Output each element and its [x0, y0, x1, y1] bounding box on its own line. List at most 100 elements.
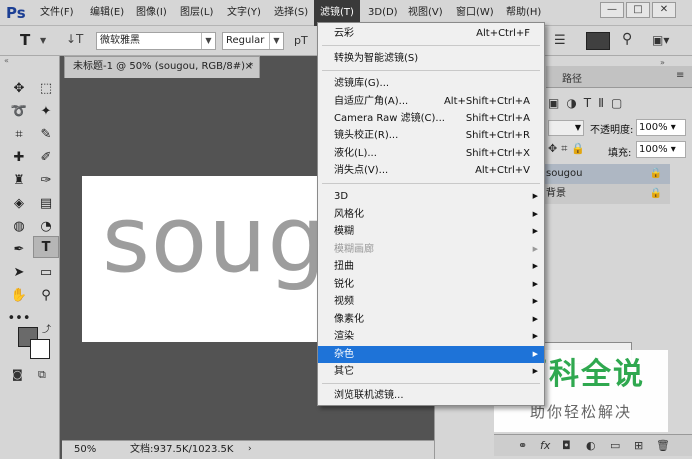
menu-item-stylize[interactable]: 风格化 ▶	[318, 206, 544, 223]
menu-item-blur[interactable]: 模糊 ▶	[318, 223, 544, 240]
crop-tool-icon[interactable]: ⌗	[6, 124, 32, 146]
path-selection-tool-icon[interactable]: ➤	[6, 262, 32, 284]
menu-file[interactable]: 文件(F)	[34, 0, 80, 26]
link-layers-icon[interactable]: ⚭	[518, 435, 527, 456]
pen-tool-icon[interactable]: ✒	[6, 239, 32, 261]
hand-tool-icon[interactable]: ✋	[6, 285, 32, 307]
close-window-button[interactable]: ✕	[652, 2, 676, 18]
search-icon[interactable]: ⚲	[622, 31, 632, 47]
fx-icon[interactable]: fx	[540, 435, 550, 456]
menu-item-camera-raw[interactable]: Camera Raw 滤镜(C)... Shift+Ctrl+A	[318, 110, 544, 127]
submenu-arrow-icon: ▶	[532, 332, 538, 340]
menu-type[interactable]: 文字(Y)	[221, 0, 267, 26]
menu-separator	[322, 70, 540, 71]
collapse-icon[interactable]: «	[4, 56, 9, 65]
menu-item-video[interactable]: 视频 ▶	[318, 293, 544, 310]
layer-mask-icon[interactable]: ◘	[562, 435, 571, 456]
lasso-tool-icon[interactable]: ➰	[6, 101, 32, 123]
menu-item-noise[interactable]: 杂色 ▶	[318, 346, 544, 363]
menu-item-lens-correction[interactable]: 镜头校正(R)... Shift+Ctrl+R	[318, 127, 544, 144]
workspace-icon[interactable]: ▣▾	[652, 33, 669, 47]
fill-value: 100%	[639, 144, 668, 155]
brush-tool-icon[interactable]: ✐	[33, 147, 59, 169]
lock-icons[interactable]: ✥⌗🔒	[548, 142, 589, 156]
menu-item-label: 液化(L)...	[334, 148, 377, 159]
stamp-tool-icon[interactable]: ♜	[6, 170, 32, 192]
menu-item-vanishing-point[interactable]: 消失点(V)... Alt+Ctrl+V	[318, 162, 544, 179]
menu-edit[interactable]: 编辑(E)	[84, 0, 130, 26]
quick-mask-icon[interactable]: ◙	[12, 368, 23, 381]
eyedropper-tool-icon[interactable]: ✎	[33, 124, 59, 146]
history-brush-tool-icon[interactable]: ✑	[33, 170, 59, 192]
menu-item-label: 渲染	[334, 331, 354, 342]
submenu-arrow-icon: ▶	[532, 315, 538, 323]
menu-image[interactable]: 图像(I)	[130, 0, 173, 26]
swap-colors-icon[interactable]: ⤴	[42, 322, 51, 335]
type-tool-button-icon[interactable]: T	[33, 236, 59, 258]
blur-tool-icon[interactable]: ◍	[6, 216, 32, 238]
menu-select[interactable]: 选择(S)	[268, 0, 314, 26]
lock-icon: 🔒	[649, 168, 662, 179]
menu-item-other[interactable]: 其它 ▶	[318, 363, 544, 380]
menu-item-liquify[interactable]: 液化(L)... Shift+Ctrl+X	[318, 145, 544, 162]
tools-panel: « ✥ ⬚ ➰ ✦ ⌗ ✎ ✚ ✐ ♜ ✑ ◈ ▤ ◍ ◔ ✒ T ➤ ▭ ✋ …	[0, 56, 60, 459]
menu-item-browse-online-filters[interactable]: 浏览联机滤镜...	[318, 387, 544, 404]
menu-item-label: 视频	[334, 296, 354, 307]
close-tab-icon[interactable]: ×	[245, 57, 253, 77]
submenu-arrow-icon: ▶	[532, 367, 538, 375]
document-tab[interactable]: 未标题-1 @ 50% (sougou, RGB/8#) * ×	[64, 56, 260, 78]
blend-mode-select[interactable]: ▼	[548, 120, 584, 136]
layer-row-background[interactable]: 背景 🔒	[542, 184, 670, 204]
tab-paths[interactable]: 路径	[562, 70, 582, 85]
layer-filter-icons[interactable]: ▣◑TⅡ▢	[548, 96, 629, 110]
text-orientation-icon[interactable]: ↓T	[66, 32, 83, 46]
type-tool-icon[interactable]: T	[20, 31, 30, 49]
new-layer-icon[interactable]: ⊞	[634, 435, 643, 456]
rectangle-tool-icon[interactable]: ▭	[33, 262, 59, 284]
menu-item-3d[interactable]: 3D ▶	[318, 188, 544, 205]
dodge-tool-icon[interactable]: ◔	[33, 216, 59, 238]
font-family-select[interactable]: 微软雅黑 ▼	[96, 32, 216, 50]
menu-separator	[322, 383, 540, 384]
menu-item-sharpen[interactable]: 锐化 ▶	[318, 276, 544, 293]
menu-item-render[interactable]: 渲染 ▶	[318, 328, 544, 345]
screen-mode-icon[interactable]: ⧉	[38, 368, 46, 382]
chevron-right-icon[interactable]: ›	[248, 441, 252, 458]
menu-item-label: 镜头校正(R)...	[334, 130, 399, 141]
shortcut: Shift+Ctrl+X	[465, 148, 530, 159]
chevron-down-icon[interactable]: ▼	[40, 36, 46, 45]
menu-item-filter-gallery[interactable]: 滤镜库(G)...	[318, 75, 544, 92]
magic-wand-tool-icon[interactable]: ✦	[33, 101, 59, 123]
menu-item-convert-smart-filters[interactable]: 转换为智能滤镜(S)	[318, 50, 544, 67]
healing-brush-tool-icon[interactable]: ✚	[6, 147, 32, 169]
menu-item-label: 模糊	[334, 226, 354, 237]
panel-collapse-icon[interactable]: »	[660, 58, 665, 67]
menu-item-label: 3D	[334, 191, 349, 202]
maximize-button[interactable]: □	[626, 2, 650, 18]
menu-item-adaptive-wide-angle[interactable]: 自适应广角(A)... Alt+Shift+Ctrl+A	[318, 93, 544, 110]
layer-row-sougou[interactable]: sougou 🔒	[542, 164, 670, 184]
adjustment-layer-icon[interactable]: ◐	[586, 435, 596, 456]
align-right-icon[interactable]: ☰	[554, 33, 566, 48]
trash-icon[interactable]: 🗑	[656, 435, 670, 456]
opacity-input[interactable]: 100% ▾	[636, 119, 686, 136]
group-icon[interactable]: ▭	[610, 435, 620, 456]
marquee-tool-icon[interactable]: ⬚	[33, 78, 59, 100]
font-style-select[interactable]: Regular ▼	[222, 32, 284, 50]
menu-item-distort[interactable]: 扭曲 ▶	[318, 258, 544, 275]
menu-item-label: 滤镜库(G)...	[334, 78, 390, 89]
menu-layer[interactable]: 图层(L)	[174, 0, 219, 26]
eraser-tool-icon[interactable]: ◈	[6, 193, 32, 215]
text-color-swatch[interactable]	[586, 32, 610, 50]
shortcut: Alt+Ctrl+F	[476, 28, 530, 39]
menu-item-pixelate[interactable]: 像素化 ▶	[318, 311, 544, 328]
menu-item-clouds[interactable]: 云彩 Alt+Ctrl+F	[318, 25, 544, 42]
fill-input[interactable]: 100% ▾	[636, 141, 686, 158]
background-color-swatch[interactable]	[30, 339, 50, 359]
move-tool-icon[interactable]: ✥	[6, 78, 32, 100]
panel-menu-icon[interactable]: ≡	[676, 70, 684, 81]
zoom-level[interactable]: 50%	[74, 441, 96, 458]
zoom-tool-icon[interactable]: ⚲	[33, 285, 59, 307]
gradient-tool-icon[interactable]: ▤	[33, 193, 59, 215]
minimize-button[interactable]: —	[600, 2, 624, 18]
